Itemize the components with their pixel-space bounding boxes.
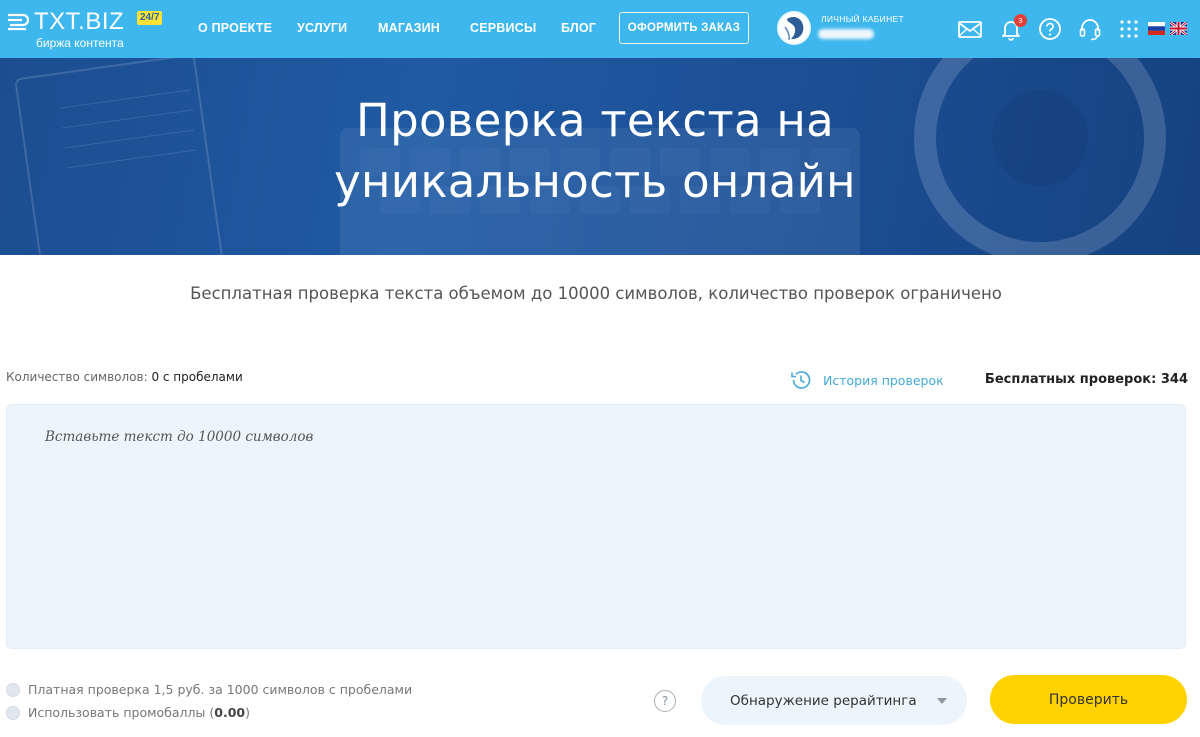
help-icon[interactable] bbox=[1037, 16, 1063, 42]
history-link[interactable]: История проверок bbox=[789, 368, 944, 392]
page-title: Проверка текста на уникальность онлайн bbox=[0, 90, 1190, 212]
nav-about[interactable]: О ПРОЕКТЕ bbox=[198, 20, 272, 36]
paid-check-checkbox[interactable] bbox=[6, 682, 20, 697]
mail-icon[interactable] bbox=[957, 16, 983, 42]
account-username-redacted[interactable] bbox=[818, 29, 874, 39]
free-checks-counter: Бесплатных проверок: 344 bbox=[985, 372, 1188, 387]
logo-text: TXT.BIZ bbox=[34, 8, 125, 35]
order-button[interactable]: ОФОРМИТЬ ЗАКАЗ bbox=[619, 12, 749, 44]
chevron-down-icon bbox=[937, 698, 947, 704]
logo-tagline: биржа контента bbox=[36, 36, 124, 50]
promo-points-text: Использовать промобаллы ( bbox=[28, 705, 215, 720]
page-title-line-1: Проверка текста на bbox=[355, 94, 835, 147]
account-label[interactable]: ЛИЧНЫЙ КАБИНЕТ bbox=[821, 14, 904, 24]
page-subtitle: Бесплатная проверка текста объемом до 10… bbox=[190, 284, 1002, 303]
free-checks-label: Бесплатных проверок: bbox=[984, 372, 1161, 387]
submit-check-button[interactable]: Проверить bbox=[990, 675, 1187, 724]
check-mode-value: Обнаружение рерайтинга bbox=[730, 692, 917, 709]
promo-points-option[interactable]: Использовать промобаллы (0.00) bbox=[6, 705, 250, 720]
character-counter-label: Количество символов: bbox=[6, 370, 152, 384]
nav-services[interactable]: УСЛУГИ bbox=[297, 20, 347, 36]
promo-points-close: ) bbox=[245, 705, 250, 720]
logo[interactable]: TXT.BIZ 24/7 биржа контента bbox=[6, 7, 166, 51]
nav-blog[interactable]: БЛОГ bbox=[561, 20, 596, 36]
history-label: История проверок bbox=[823, 372, 944, 388]
promo-points-label: Использовать промобаллы (0.00) bbox=[28, 705, 250, 720]
flag-ru-icon[interactable] bbox=[1148, 22, 1165, 35]
logo-badge: 24/7 bbox=[137, 11, 163, 25]
history-icon bbox=[791, 371, 811, 389]
character-counter-value: 0 с пробелами bbox=[151, 370, 243, 384]
notification-count-badge[interactable]: 3 bbox=[1014, 14, 1027, 27]
flag-en-icon[interactable] bbox=[1170, 22, 1187, 35]
avatar[interactable] bbox=[777, 11, 811, 45]
check-mode-select[interactable]: Обнаружение рерайтинга bbox=[701, 676, 967, 725]
paid-check-label: Платная проверка 1,5 руб. за 1000 символ… bbox=[28, 682, 413, 697]
apps-grid-icon[interactable] bbox=[1116, 16, 1142, 42]
nav-tools[interactable]: СЕРВИСЫ bbox=[470, 20, 536, 36]
top-header: TXT.BIZ 24/7 биржа контента О ПРОЕКТЕ УС… bbox=[0, 0, 1200, 58]
text-input-area[interactable] bbox=[6, 404, 1186, 649]
free-checks-value: 344 bbox=[1160, 372, 1188, 387]
logo-mark-icon bbox=[8, 13, 30, 31]
promo-points-value: 0.00 bbox=[214, 705, 246, 720]
hero-banner: Проверка текста на уникальность онлайн bbox=[0, 58, 1200, 255]
paid-check-option[interactable]: Платная проверка 1,5 руб. за 1000 символ… bbox=[6, 682, 412, 697]
help-button[interactable]: ? bbox=[654, 690, 676, 712]
avatar-image bbox=[779, 13, 809, 43]
nav-shop[interactable]: МАГАЗИН bbox=[378, 20, 440, 36]
headset-icon[interactable] bbox=[1077, 16, 1103, 42]
page-title-line-2: уникальность онлайн bbox=[334, 155, 856, 208]
promo-points-checkbox[interactable] bbox=[6, 705, 20, 720]
character-counter: Количество символов: 0 с пробелами bbox=[6, 370, 243, 384]
